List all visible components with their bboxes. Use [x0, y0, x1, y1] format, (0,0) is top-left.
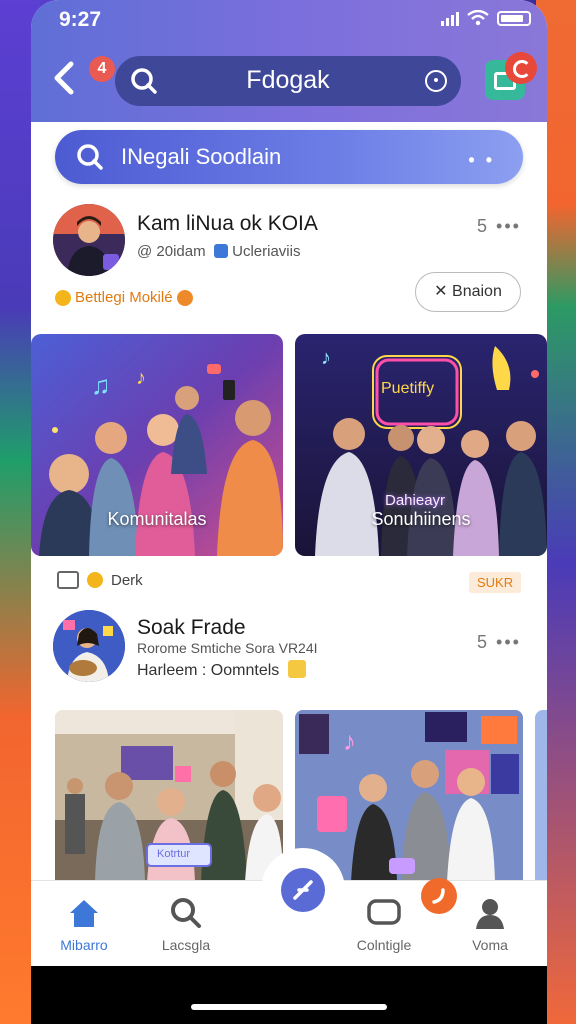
search-placeholder: INegali Soodlain — [121, 144, 282, 169]
post1-subtitle-right: Ucleriaviis — [232, 243, 301, 260]
app-header: 9:27 4 Fdogak — [31, 0, 547, 122]
post1-subtitle-left: @ 20idam — [137, 243, 206, 260]
search-icon — [168, 895, 204, 931]
post1-more-button[interactable]: 5 ••• — [477, 216, 521, 237]
nav-item-chat[interactable]: Colntigle — [339, 895, 429, 953]
post1-subtitle: @ 20idam Ucleriaviis — [137, 243, 300, 260]
post2-card-peek — [535, 710, 547, 882]
refresh-badge-icon[interactable] — [505, 52, 537, 84]
nav-item-home[interactable]: Mibarro — [39, 895, 129, 953]
post1-card-neon[interactable]: ♪ Puetiffy Dahieayr Sonuhiinens — [295, 334, 547, 556]
bookmark-icon[interactable] — [57, 571, 79, 589]
post1-card-community[interactable]: ♫ ♪ Komunitalas — [31, 334, 283, 556]
home-indicator[interactable] — [191, 1004, 387, 1010]
follow-button-label: Bnaion — [452, 283, 502, 300]
post1-meta-tag[interactable]: SUKR — [469, 572, 522, 593]
nav-label-home: Mibarro — [60, 937, 108, 953]
post2-count: 5 — [477, 632, 490, 652]
post1-meta-row: Derk — [57, 571, 143, 589]
chat-badge-icon[interactable] — [421, 878, 457, 914]
post2-title[interactable]: Soak Frade — [137, 616, 246, 640]
search-icon — [77, 144, 103, 170]
back-button[interactable] — [49, 58, 83, 100]
nav-item-search[interactable]: Lacsgla — [141, 895, 231, 953]
svg-text:♪: ♪ — [321, 347, 331, 369]
post1-card2-label: Sonuhiinens — [371, 509, 471, 529]
system-home-bar — [31, 966, 547, 1024]
status-icons — [441, 10, 531, 26]
header-title: Fdogak — [246, 66, 330, 94]
chevron-left-icon — [54, 61, 74, 95]
post1-title[interactable]: Kam liNua ok KOIA — [137, 212, 318, 236]
verified-icon — [213, 244, 228, 258]
header-title-bar[interactable]: Fdogak — [115, 56, 461, 106]
post1-meta-label: Derk — [111, 571, 143, 589]
history-icon[interactable] — [425, 70, 447, 92]
post1-card2-neon-sub: Dahieayr — [385, 492, 446, 509]
coin-icon — [87, 572, 103, 588]
post2-card-livingroom[interactable]: Kotrtur — [55, 710, 283, 882]
profile-icon — [472, 895, 508, 931]
coin-icon — [176, 289, 193, 306]
nav-label-chat: Colntigle — [356, 937, 412, 953]
post2-more-button[interactable]: 5 ••• — [477, 632, 521, 653]
notification-badge[interactable]: 4 — [89, 56, 115, 82]
post1-tag[interactable]: Bettlegi Mokilé — [55, 289, 193, 306]
compose-icon — [281, 868, 325, 912]
post2-avatar[interactable] — [53, 610, 125, 682]
nav-label-search: Lacsgla — [161, 937, 211, 953]
follow-button[interactable]: ✕ Bnaion — [415, 272, 521, 312]
wifi-icon — [467, 10, 489, 26]
home-icon — [66, 895, 102, 931]
battery-icon — [497, 10, 531, 26]
post2-line1: Rorome Smtiche Sora VR24I — [137, 640, 318, 656]
avatar-person-image — [53, 204, 125, 276]
voice-dots-icon[interactable]: • • — [468, 150, 495, 171]
avatar-guitarist-image — [53, 610, 125, 682]
signal-icon — [441, 10, 459, 26]
svg-text:♫: ♫ — [91, 370, 111, 400]
compose-button[interactable] — [261, 848, 345, 932]
emoji-icon — [287, 660, 306, 678]
post2-card-sign: Kotrtur — [157, 848, 191, 860]
post2-line2-text: Harleem : Oomntels — [137, 662, 280, 679]
coin-icon — [55, 289, 71, 306]
nav-item-profile[interactable]: Voma — [445, 895, 535, 953]
svg-text:♪: ♪ — [343, 726, 356, 756]
post2-line2: Harleem : Oomntels — [137, 660, 306, 680]
post1-card1-label: Komunitalas — [107, 509, 207, 529]
svg-text:♪: ♪ — [136, 367, 146, 389]
chat-icon — [366, 895, 402, 931]
sparkle-icon: ✕ — [434, 283, 448, 300]
search-bar[interactable]: INegali Soodlain • • — [55, 130, 523, 184]
post1-avatar[interactable] — [53, 204, 125, 276]
phone-screen: 9:27 4 Fdogak INegali Soodlain • • Kam l… — [31, 0, 547, 1024]
nav-label-profile: Voma — [472, 937, 508, 953]
status-time: 9:27 — [59, 8, 102, 31]
post1-tag-label: Bettlegi Mokilé — [75, 289, 173, 306]
post1-card2-neon-text: Puetiffy — [381, 380, 435, 397]
post1-count: 5 — [477, 216, 490, 236]
